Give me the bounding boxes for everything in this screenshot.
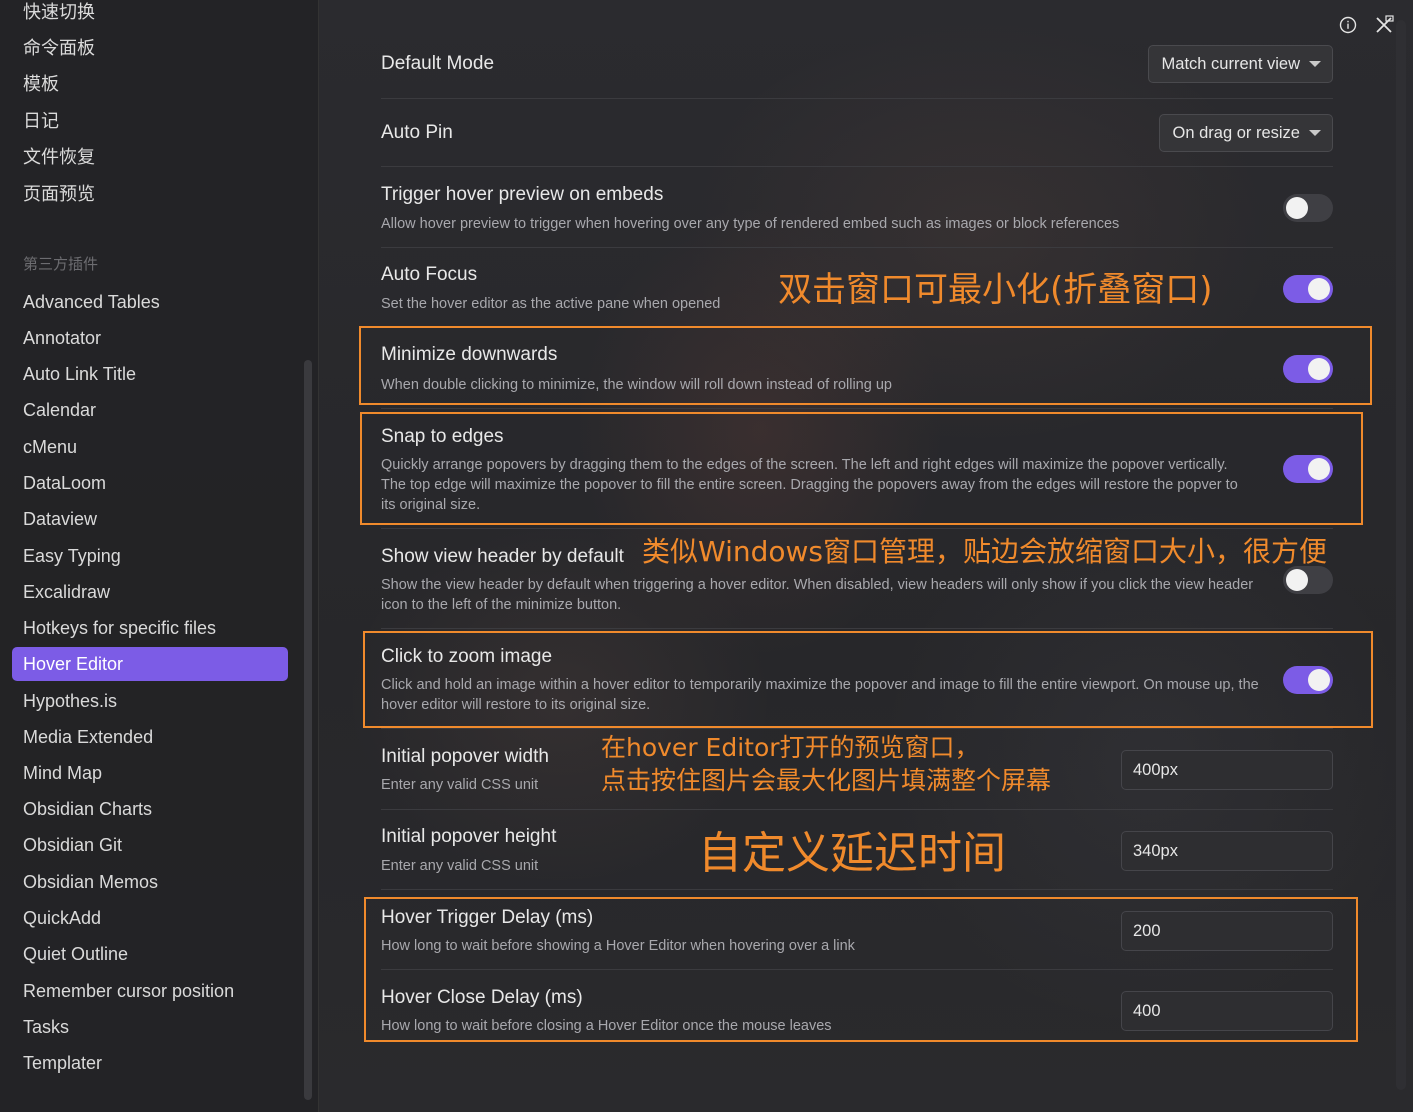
popover-width-input[interactable] [1121,750,1333,790]
close-pin-icon[interactable] [1373,14,1395,36]
sidebar-item-command-palette[interactable]: 命令面板 [12,31,288,65]
sidebar-item-remember-cursor-position[interactable]: Remember cursor position [12,974,288,1008]
sidebar-item-advanced-tables[interactable]: Advanced Tables [12,285,288,319]
annotation-minimize: 双击窗口可最小化(折叠窗口) [778,270,1213,310]
annotation-zoom-line1: 在hover Editor打开的预览窗口， [601,733,980,762]
setting-title: Initial popover height [381,826,557,847]
dropdown-value: On drag or resize [1172,124,1300,142]
sidebar-item-mind-map[interactable]: Mind Map [12,756,288,790]
sidebar-item-easy-typing[interactable]: Easy Typing [12,539,288,573]
sidebar-item-hypothes-is[interactable]: Hypothes.is [12,684,288,718]
highlight-snap-box [360,412,1363,525]
sidebar-item-cmenu[interactable]: cMenu [12,430,288,464]
settings-scrollbar[interactable] [1396,20,1406,1090]
sidebar-item-quickadd[interactable]: QuickAdd [12,901,288,935]
setting-auto-pin: Auto Pin On drag or resize [381,98,1333,167]
sidebar-item-tasks[interactable]: Tasks [12,1010,288,1044]
annotation-zoom-line2: 点击按住图片会最大化图片填满整个屏幕 [601,766,1052,795]
sidebar-item-excalidraw[interactable]: Excalidraw [12,575,288,609]
sidebar-item-dataview[interactable]: Dataview [12,502,288,536]
dropdown-value: Match current view [1161,55,1300,73]
sidebar-item-dataloom[interactable]: DataLoom [12,466,288,500]
caret-down-icon [1309,61,1321,67]
setting-title: Auto Focus [381,264,478,285]
auto-focus-toggle[interactable] [1283,275,1333,303]
highlight-minimize-box [359,326,1372,405]
annotation-delay: 自定义延迟时间 [698,828,1006,879]
setting-title: Auto Pin [381,122,453,143]
default-mode-dropdown[interactable]: Match current view [1147,45,1333,83]
toggle-knob [1308,278,1330,300]
sidebar-section-heading: 第三方插件 [23,256,99,273]
sidebar-item-hover-editor[interactable]: Hover Editor [12,647,288,681]
popover-height-input[interactable] [1121,831,1333,871]
sidebar-item-daily-notes[interactable]: 日记 [12,104,288,138]
sidebar-item-obsidian-git[interactable]: Obsidian Git [12,828,288,862]
settings-sidebar: 快速切换 命令面板 模板 日记 文件恢复 页面预览 第三方插件 Advanced… [0,0,319,1112]
sidebar-item-file-recovery[interactable]: 文件恢复 [12,140,288,174]
setting-title: Initial popover width [381,746,549,767]
info-icon[interactable] [1337,14,1359,36]
sidebar-item-page-preview[interactable]: 页面预览 [12,177,288,211]
sidebar-item-obsidian-memos[interactable]: Obsidian Memos [12,865,288,899]
highlight-delay-box [364,897,1358,1042]
sidebar-item-quick-switcher[interactable]: 快速切换 [12,0,288,29]
setting-description: Allow hover preview to trigger when hove… [381,216,1120,232]
sidebar-item-templater[interactable]: Templater [12,1046,288,1080]
auto-pin-dropdown[interactable]: On drag or resize [1158,114,1333,152]
sidebar-item-auto-link-title[interactable]: Auto Link Title [12,357,288,391]
setting-title: Show view header by default [381,546,624,567]
sidebar-item-hotkeys-for-specific-files[interactable]: Hotkeys for specific files [12,611,288,645]
setting-title: Trigger hover preview on embeds [381,184,664,205]
setting-title: Default Mode [381,53,495,74]
sidebar-item-templates[interactable]: 模板 [12,67,288,101]
setting-trigger-embeds: Trigger hover preview on embeds Allow ho… [381,166,1333,248]
highlight-zoom-box [363,631,1373,728]
toggle-knob [1286,569,1308,591]
sidebar-item-quiet-outline[interactable]: Quiet Outline [12,937,288,971]
sidebar-item-obsidian-charts[interactable]: Obsidian Charts [12,792,288,826]
sidebar-scrollbar[interactable] [304,360,312,1100]
setting-description: Show the view header by default when tri… [381,577,1254,613]
setting-default-mode: Default Mode Match current view [381,30,1333,98]
annotation-snap: 类似Windows窗口管理，贴边会放缩窗口大小，很方便 [642,535,1327,568]
sidebar-item-media-extended[interactable]: Media Extended [12,720,288,754]
sidebar-item-annotator[interactable]: Annotator [12,321,288,355]
toggle-knob [1286,197,1308,219]
trigger-embeds-toggle[interactable] [1283,194,1333,222]
setting-description: Enter any valid CSS unit [381,858,539,874]
sidebar-item-calendar[interactable]: Calendar [12,393,288,427]
caret-down-icon [1309,130,1321,136]
